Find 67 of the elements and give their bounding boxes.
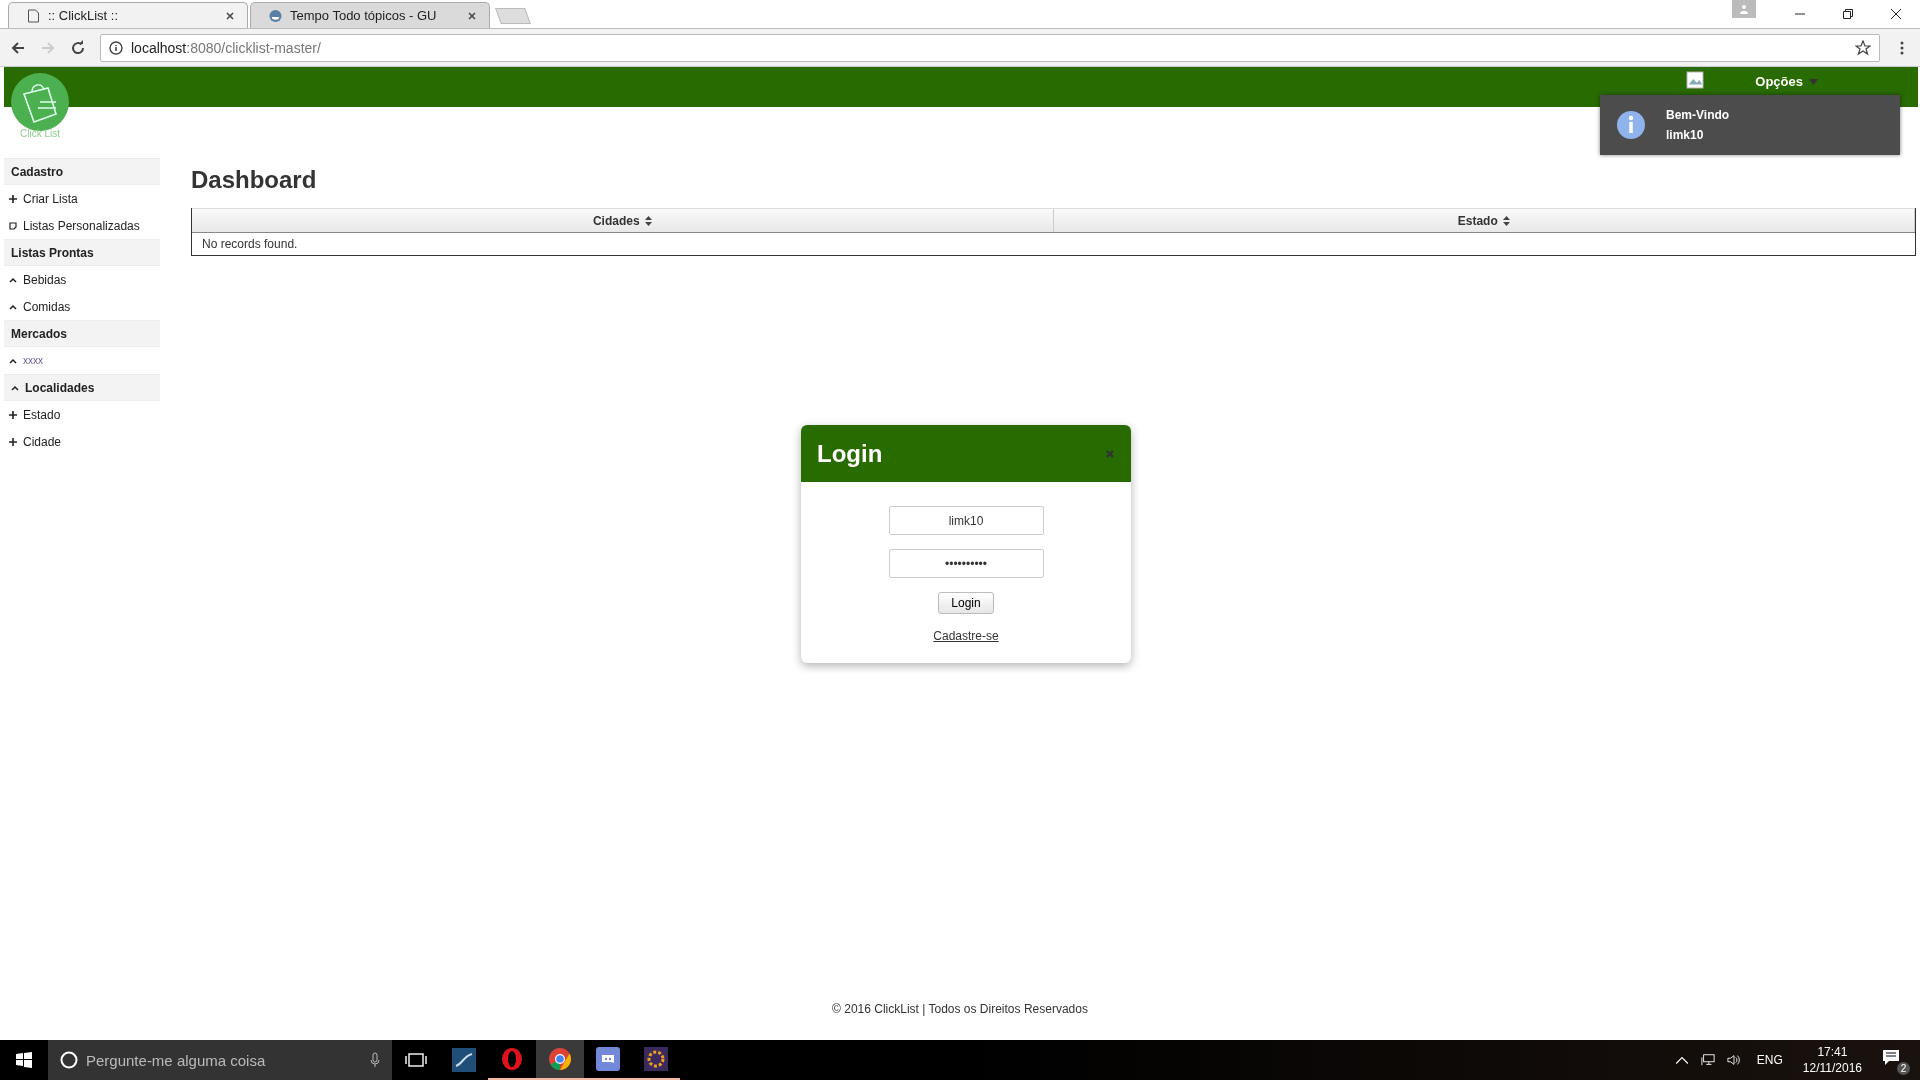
- page-icon: [27, 8, 40, 23]
- password-field[interactable]: ••••••••••: [888, 549, 1044, 578]
- logo-text: Click List: [20, 128, 60, 139]
- image-icon: [1685, 71, 1706, 89]
- info-icon: [1616, 110, 1646, 140]
- sidebar-item[interactable]: xxxx: [0, 347, 162, 374]
- info-icon: [109, 40, 123, 55]
- notification-count: 2: [1897, 1062, 1910, 1075]
- sort-icon: [1502, 215, 1510, 226]
- sidebar-header[interactable]: Listas Prontas: [4, 239, 160, 266]
- sidebar-item[interactable]: Criar Lista: [0, 185, 162, 212]
- plus-icon: [9, 410, 17, 419]
- menu-icon[interactable]: [1900, 39, 1904, 56]
- star-icon[interactable]: [1855, 39, 1871, 56]
- sidebar-item[interactable]: Estado: [0, 401, 162, 428]
- search-field[interactable]: Pergunte-me alguma coisa: [48, 1040, 392, 1080]
- sidebar-header[interactable]: Mercados: [4, 320, 160, 347]
- login-button[interactable]: Login: [938, 592, 994, 614]
- table-cell-text: No records found.: [201, 236, 299, 253]
- globe-icon: [269, 8, 282, 23]
- sidebar-item[interactable]: Comidas: [0, 293, 162, 320]
- caret-up-icon: [9, 275, 17, 284]
- browser-app-icon: [548, 1047, 572, 1071]
- caret-up-icon: [9, 356, 17, 365]
- column-header[interactable]: Estado: [1053, 209, 1915, 232]
- caret-up-icon: [9, 302, 17, 311]
- footer-text: © 2016 ClickList | Todos os Direitos Reservados: [831, 1002, 1089, 1018]
- network-icon[interactable]: [1700, 1053, 1715, 1067]
- dialog-title: Login: [817, 439, 883, 468]
- taskbar-app[interactable]: [536, 1040, 584, 1080]
- browser-tab[interactable]: :: ClickList ::: [8, 2, 248, 28]
- windows-start-icon[interactable]: [16, 1052, 32, 1068]
- address-bar[interactable]: localhost:8080/clicklist-master/: [100, 33, 1880, 62]
- task-view-icon[interactable]: [405, 1052, 427, 1068]
- sidebar-header[interactable]: Localidades: [4, 374, 160, 401]
- plus-icon: [9, 437, 17, 446]
- close-icon[interactable]: [467, 10, 477, 21]
- column-header[interactable]: Cidades: [192, 209, 1054, 232]
- options-menu[interactable]: Opções: [1755, 74, 1818, 89]
- browser-tab[interactable]: Tempo Todo tópicos - GU: [250, 2, 490, 28]
- letter-o-app-icon: [500, 1047, 524, 1071]
- page-title: Dashboard: [191, 166, 318, 194]
- clock[interactable]: 17:41 12/11/2016: [1802, 1045, 1862, 1075]
- sidebar-item[interactable]: Listas Personalizadas: [0, 212, 162, 239]
- microphone-icon[interactable]: [370, 1052, 380, 1068]
- circle-icon: [60, 1051, 78, 1069]
- username-field[interactable]: limk10: [888, 506, 1044, 535]
- sidebar-item[interactable]: Bebidas: [0, 266, 162, 293]
- back-icon[interactable]: [10, 39, 26, 56]
- plus-icon: [9, 194, 17, 203]
- reload-icon[interactable]: [70, 39, 86, 56]
- chat-app-icon: [596, 1047, 620, 1071]
- restore-icon[interactable]: [1842, 8, 1854, 20]
- speaker-icon[interactable]: [1726, 1053, 1741, 1067]
- close-icon[interactable]: [1890, 8, 1902, 20]
- gear-app-icon: [644, 1047, 668, 1071]
- close-icon[interactable]: [225, 10, 235, 21]
- note-icon: [9, 221, 17, 230]
- sort-icon: [644, 215, 652, 226]
- register-link[interactable]: Cadastre-se: [933, 629, 999, 643]
- sidebar-item[interactable]: Cidade: [0, 428, 162, 455]
- language-indicator[interactable]: ENG: [1756, 1053, 1783, 1067]
- sidebar-header[interactable]: Cadastro: [4, 158, 160, 185]
- caret-icon: [1809, 78, 1818, 85]
- caret-up-icon: [11, 383, 19, 392]
- notification-title: Bem-Vindo: [1666, 108, 1730, 122]
- notification-message: limk10: [1666, 128, 1705, 142]
